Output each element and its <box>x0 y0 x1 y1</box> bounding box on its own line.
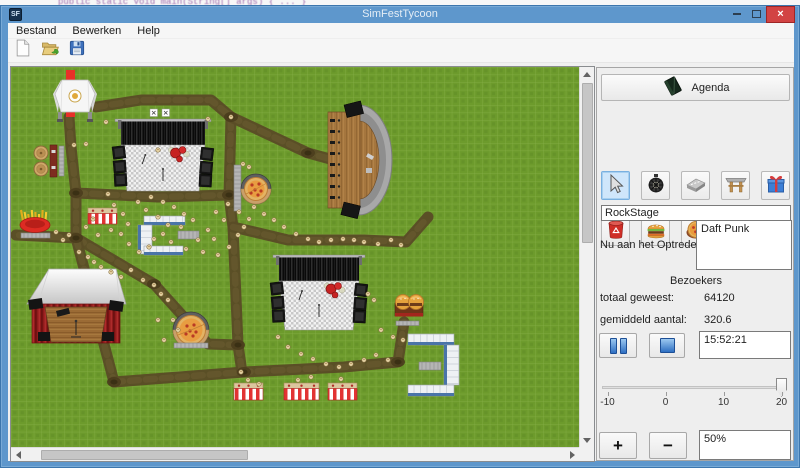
now-playing-listbox[interactable]: Daft Punk <box>696 220 792 270</box>
close-button[interactable]: × <box>766 6 795 23</box>
tool-cursor-button[interactable] <box>601 171 630 200</box>
scroll-right-arrow[interactable] <box>565 448 579 462</box>
map-burger-stand[interactable] <box>395 295 424 326</box>
minimize-icon <box>733 13 741 15</box>
slider-tick-label: -10 <box>600 397 614 408</box>
gate-icon <box>724 172 748 199</box>
maximize-icon <box>752 10 761 18</box>
visitors-header: Bezoekers <box>597 275 795 287</box>
cursor-icon <box>604 172 628 199</box>
stop-icon <box>660 338 675 353</box>
map-main-stage-2[interactable] <box>270 255 368 330</box>
new-file-button[interactable] <box>12 40 34 62</box>
spotlight-icon <box>644 172 668 199</box>
content-area: Agenda Nu aan het Optreden: Daft Punk Be… <box>8 63 794 461</box>
scroll-left-arrow[interactable] <box>11 448 25 462</box>
save-button[interactable] <box>66 40 88 62</box>
pause-icon <box>610 338 617 354</box>
time-display[interactable]: 15:52:21 <box>699 331 791 359</box>
tool-spotlight-button[interactable] <box>641 171 670 200</box>
scrollbar-corner <box>579 447 594 461</box>
scroll-up-arrow[interactable] <box>580 67 594 81</box>
window-title: SimFestTycoon <box>1 8 799 20</box>
slider-tick <box>724 392 725 396</box>
toolbar <box>8 39 794 63</box>
total-visitors-label: totaal geweest: <box>600 292 674 304</box>
slider-tick <box>608 392 609 396</box>
menu-bestand[interactable]: Bestand <box>8 23 64 39</box>
now-playing-label: Nu aan het Optreden: <box>600 239 706 251</box>
minimize-button[interactable] <box>728 6 745 22</box>
vertical-scroll-thumb[interactable] <box>582 83 593 243</box>
open-folder-icon <box>40 38 60 63</box>
tool-gate-button[interactable] <box>721 171 750 200</box>
pause-icon <box>620 338 627 354</box>
arrow-right-icon <box>570 451 575 459</box>
agenda-book-icon <box>662 75 684 100</box>
menu-bewerken[interactable]: Bewerken <box>64 23 129 39</box>
total-visitors-value: 64120 <box>704 292 735 304</box>
map-market-stall[interactable] <box>88 208 117 224</box>
menu-bar: Bestand Bewerken Help <box>8 23 794 39</box>
map-bench[interactable] <box>419 362 441 370</box>
horizontal-scrollbar[interactable] <box>11 447 579 461</box>
new-file-icon <box>13 38 33 63</box>
horizontal-scroll-thumb[interactable] <box>41 450 248 460</box>
map-rock-stage[interactable] <box>112 109 214 191</box>
scroll-down-arrow[interactable] <box>580 433 594 447</box>
stop-button[interactable] <box>649 333 685 358</box>
arrow-up-icon <box>583 72 591 77</box>
map-viewport[interactable] <box>11 67 579 447</box>
map-market-stall[interactable] <box>284 383 319 400</box>
open-file-button[interactable] <box>39 40 61 62</box>
agenda-label: Agenda <box>692 82 730 94</box>
map-bench[interactable] <box>234 165 241 211</box>
slider-tick-label: 0 <box>663 397 669 408</box>
speed-slider[interactable]: -10 0 10 20 <box>602 376 787 406</box>
slider-track[interactable] <box>602 386 787 389</box>
title-bar[interactable]: SF SimFestTycoon × <box>1 6 799 23</box>
pause-button[interactable] <box>599 333 637 358</box>
tool-gift-button[interactable] <box>761 171 790 200</box>
app-window: SF SimFestTycoon × Bestand Bewerken Help <box>0 5 800 468</box>
agenda-button[interactable]: Agenda <box>601 74 790 101</box>
now-playing-artist: Daft Punk <box>701 223 749 235</box>
map-market-stall[interactable] <box>328 383 357 400</box>
gift-icon <box>764 172 788 199</box>
average-visitors-value: 320.6 <box>704 314 732 326</box>
arrow-left-icon <box>16 451 21 459</box>
map-fries-stand[interactable] <box>20 210 50 238</box>
zoom-in-button[interactable]: + <box>599 432 637 459</box>
map-tent-stage[interactable] <box>27 269 126 343</box>
average-visitors-label: gemiddeld aantal: <box>600 314 687 326</box>
slider-tick-label: 20 <box>776 397 787 408</box>
stage-name-input[interactable] <box>601 205 791 221</box>
control-panel: Agenda Nu aan het Optreden: Daft Punk Be… <box>596 67 794 461</box>
slider-tick-label: 10 <box>718 397 729 408</box>
slider-tick <box>782 392 783 396</box>
map-bench[interactable] <box>178 231 199 239</box>
map-panel <box>10 66 595 462</box>
vertical-scrollbar[interactable] <box>579 67 594 447</box>
festival-map[interactable] <box>11 67 579 447</box>
maximize-button[interactable] <box>748 6 765 22</box>
road-icon <box>684 172 708 199</box>
desktop: public static void main(String[] args) {… <box>0 0 800 468</box>
menu-help[interactable]: Help <box>129 23 168 39</box>
slider-tick <box>666 392 667 396</box>
zoom-level-field[interactable]: 50% <box>699 430 791 460</box>
map-pizza-stand[interactable] <box>241 174 271 204</box>
save-floppy-icon <box>67 38 87 63</box>
tool-road-button[interactable] <box>681 171 710 200</box>
zoom-out-button[interactable]: − <box>649 432 687 459</box>
arrow-down-icon <box>583 438 591 443</box>
